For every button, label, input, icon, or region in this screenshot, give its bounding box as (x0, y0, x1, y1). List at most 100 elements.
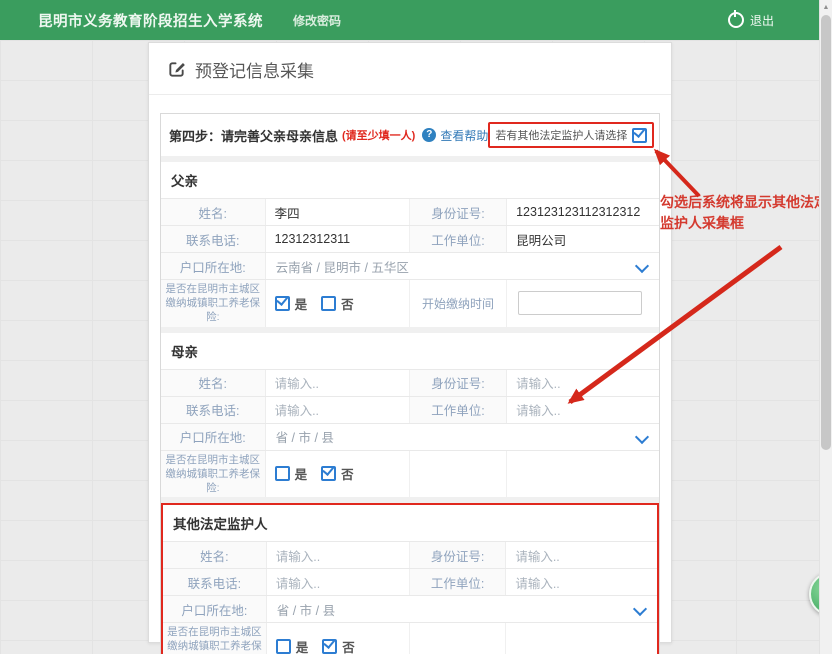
id-number-label: 身份证号: (410, 370, 507, 396)
logout-button[interactable]: 退出 (728, 12, 774, 29)
name-label: 姓名: (161, 199, 266, 225)
registration-form: 第四步：请完善父亲母亲信息 (请至少填一人) ? 查看帮助 若有其他法定监护人请… (160, 113, 660, 654)
insurance-label: 是否在昆明市主城区缴纳城镇职工养老保险: (161, 451, 266, 498)
empty-cell (507, 451, 659, 498)
mother-residence-select[interactable]: 省 / 市 / 县 (266, 424, 659, 450)
guardian-id-field[interactable]: 请输入.. (506, 542, 657, 568)
mother-insurance-options: 是 否 (266, 451, 410, 498)
empty-cell (410, 623, 506, 654)
edit-icon (167, 60, 186, 79)
start-time-label: 开始缴纳时间 (410, 280, 507, 327)
table-row: 户口所在地: 云南省 / 昆明市 / 五华区 (161, 252, 659, 279)
power-icon (728, 12, 744, 28)
top-navbar: 昆明市义务教育阶段招生入学系统 修改密码 退出 (0, 0, 832, 40)
name-label: 姓名: (161, 370, 266, 396)
guardian-insurance-options: 是 否 (267, 623, 410, 654)
father-heading: 父亲 (161, 162, 659, 198)
other-guardian-checkbox-frame: 若有其他法定监护人请选择 (488, 122, 654, 148)
father-insurance-no[interactable]: 否 (321, 294, 354, 313)
phone-label: 联系电话: (161, 397, 266, 423)
name-label: 姓名: (163, 542, 267, 568)
app-window: 昆明市义务教育阶段招生入学系统 修改密码 退出 预登记信息采集 第四步：请完善父… (0, 0, 832, 654)
main-panel: 预登记信息采集 第四步：请完善父亲母亲信息 (请至少填一人) ? 查看帮助 若有… (148, 42, 672, 643)
scrollbar-thumb[interactable] (821, 15, 831, 450)
table-row: 姓名: 请输入.. 身份证号: 请输入.. (161, 369, 659, 396)
table-row: 户口所在地: 省 / 市 / 县 (163, 595, 657, 622)
table-row: 联系电话: 12312312311 工作单位: 昆明公司 (161, 225, 659, 252)
mother-workplace-field[interactable]: 请输入.. (507, 397, 659, 423)
mother-residence-value: 省 / 市 / 县 (276, 427, 334, 446)
father-insurance-yes[interactable]: 是 (275, 294, 308, 313)
app-title: 昆明市义务教育阶段招生入学系统 (38, 10, 263, 31)
annotation-note: 勾选后系统将显示其他法定监护人采集框 (660, 192, 832, 234)
table-row: 姓名: 请输入.. 身份证号: 请输入.. (163, 541, 657, 568)
chevron-down-icon[interactable] (635, 259, 649, 273)
father-insurance-options: 是 否 (266, 280, 410, 327)
other-guardian-checkbox-label: 若有其他法定监护人请选择 (495, 127, 627, 143)
mother-insurance-yes[interactable]: 是 (275, 464, 308, 483)
step-hint: (请至少填一人) (342, 127, 415, 143)
mother-insurance-no[interactable]: 否 (321, 464, 354, 483)
father-residence-select[interactable]: 云南省 / 昆明市 / 五华区 (266, 253, 659, 279)
phone-label: 联系电话: (163, 569, 267, 595)
father-phone-field[interactable]: 12312312311 (266, 226, 410, 252)
guardian-insurance-yes[interactable]: 是 (276, 637, 309, 654)
guardian-residence-value: 省 / 市 / 县 (277, 600, 335, 619)
father-name-field[interactable]: 李四 (266, 199, 410, 225)
help-icon: ? (422, 128, 436, 142)
change-password-link[interactable]: 修改密码 (293, 12, 341, 29)
workplace-label: 工作单位: (410, 569, 506, 595)
chevron-down-icon[interactable] (635, 429, 649, 443)
checkbox-unchecked-icon[interactable] (321, 296, 336, 311)
id-number-label: 身份证号: (410, 542, 506, 568)
mother-section: 母亲 姓名: 请输入.. 身份证号: 请输入.. 联系电话: 请输入.. 工作单… (161, 333, 659, 498)
workplace-label: 工作单位: (410, 226, 507, 252)
table-row: 是否在昆明市主城区缴纳城镇职工养老保险: 是 否 (163, 622, 657, 654)
chevron-down-icon[interactable] (633, 602, 647, 616)
checkbox-checked-icon[interactable] (321, 466, 336, 481)
other-guardian-section: 其他法定监护人 姓名: 请输入.. 身份证号: 请输入.. 联系电话: 请输入.… (161, 503, 659, 654)
guardian-name-field[interactable]: 请输入.. (267, 542, 410, 568)
guardian-insurance-no[interactable]: 否 (322, 637, 355, 654)
table-row: 联系电话: 请输入.. 工作单位: 请输入.. (161, 396, 659, 423)
mother-phone-field[interactable]: 请输入.. (266, 397, 410, 423)
id-number-label: 身份证号: (410, 199, 507, 225)
step-header: 第四步：请完善父亲母亲信息 (请至少填一人) ? 查看帮助 若有其他法定监护人请… (161, 114, 659, 156)
residence-label: 户口所在地: (161, 253, 266, 279)
table-row: 户口所在地: 省 / 市 / 县 (161, 423, 659, 450)
mother-heading: 母亲 (161, 333, 659, 369)
guardian-workplace-field[interactable]: 请输入.. (506, 569, 657, 595)
logout-label: 退出 (750, 12, 774, 29)
scroll-up-arrow-icon[interactable]: ▲ (820, 0, 832, 14)
checkbox-checked-icon[interactable] (322, 639, 337, 654)
checkbox-checked-icon[interactable] (275, 296, 290, 311)
residence-label: 户口所在地: (163, 596, 267, 622)
guardian-residence-select[interactable]: 省 / 市 / 县 (267, 596, 657, 622)
father-residence-value: 云南省 / 昆明市 / 五华区 (276, 257, 409, 276)
scrollbar[interactable]: ▲ (819, 0, 832, 654)
checkbox-unchecked-icon[interactable] (275, 466, 290, 481)
page-header: 预登记信息采集 (149, 43, 671, 95)
father-section: 父亲 姓名: 李四 身份证号: 123123123112312312 联系电话:… (161, 162, 659, 327)
table-row: 是否在昆明市主城区缴纳城镇职工养老保险: 是 否 (161, 450, 659, 498)
checkbox-unchecked-icon[interactable] (276, 639, 291, 654)
mother-id-field[interactable]: 请输入.. (507, 370, 659, 396)
mother-name-field[interactable]: 请输入.. (266, 370, 410, 396)
view-help-link[interactable]: 查看帮助 (440, 127, 488, 144)
empty-cell (410, 451, 507, 498)
page-title: 预登记信息采集 (195, 57, 314, 82)
insurance-label: 是否在昆明市主城区缴纳城镇职工养老保险: (163, 623, 267, 654)
father-workplace-field[interactable]: 昆明公司 (507, 226, 659, 252)
workplace-label: 工作单位: (410, 397, 507, 423)
guardian-heading: 其他法定监护人 (163, 505, 657, 541)
table-row: 联系电话: 请输入.. 工作单位: 请输入.. (163, 568, 657, 595)
residence-label: 户口所在地: (161, 424, 266, 450)
father-id-field[interactable]: 123123123112312312 (507, 199, 659, 225)
guardian-phone-field[interactable]: 请输入.. (267, 569, 410, 595)
other-guardian-checkbox[interactable] (632, 128, 647, 143)
insurance-label: 是否在昆明市主城区缴纳城镇职工养老保险: (161, 280, 266, 327)
start-time-input[interactable] (518, 291, 642, 315)
start-time-cell (507, 280, 659, 327)
empty-cell (506, 623, 657, 654)
step-title: 第四步：请完善父亲母亲信息 (169, 126, 338, 145)
